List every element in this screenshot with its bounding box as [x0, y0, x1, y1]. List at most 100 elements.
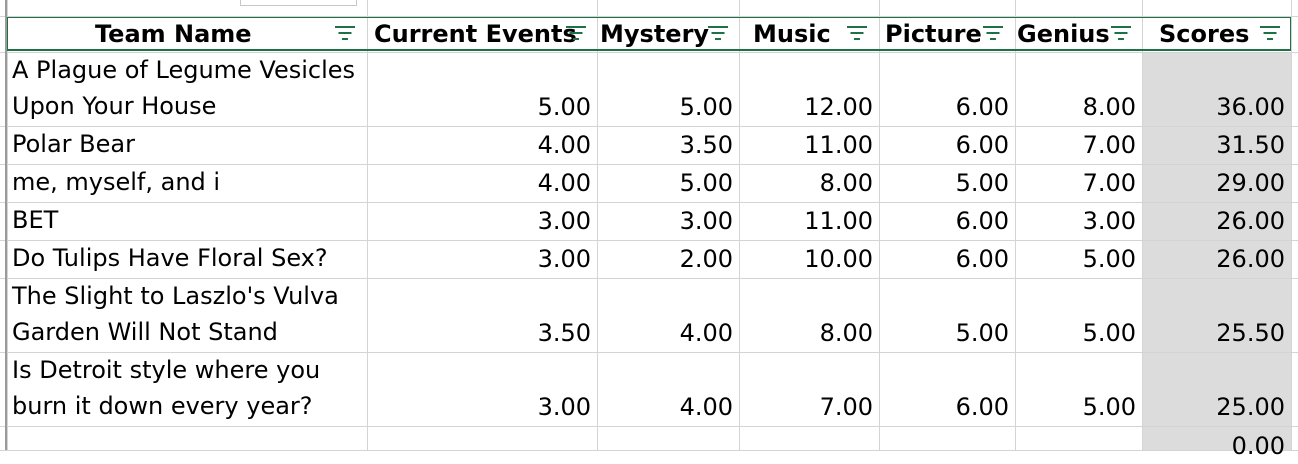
team-name-cell[interactable]: BET: [12, 202, 58, 238]
value-cell-mystery[interactable]: 5.00: [597, 89, 733, 125]
value-cell-picture[interactable]: 5.00: [879, 315, 1009, 351]
value-cell-scores[interactable]: 25.50: [1142, 315, 1285, 351]
team-name-cell[interactable]: me, myself, and i: [12, 164, 220, 200]
row-gridline: [0, 450, 1298, 451]
column-header-label: Scores: [1159, 20, 1250, 48]
team-name-cell[interactable]: Upon Your House: [12, 88, 216, 124]
column-header-label: Team Name: [95, 20, 252, 48]
column-header-label: Picture: [885, 20, 982, 48]
value-cell-mystery[interactable]: 5.00: [597, 165, 733, 201]
filter-icon-stroke: [986, 32, 1000, 34]
value-cell-genius[interactable]: 7.00: [1015, 165, 1136, 201]
filter-icon-stroke: [342, 38, 348, 40]
filter-icon-stroke: [566, 26, 586, 28]
filter-icon-stroke: [1114, 32, 1128, 34]
filter-icon-stroke: [708, 26, 728, 28]
value-cell-picture[interactable]: 6.00: [879, 89, 1009, 125]
value-cell-genius[interactable]: 5.00: [1015, 389, 1136, 425]
filter-icon-stroke: [1111, 26, 1131, 28]
column-header-scores[interactable]: Scores: [1159, 17, 1259, 51]
value-cell-picture[interactable]: 5.00: [879, 165, 1009, 201]
value-cell-genius[interactable]: 5.00: [1015, 241, 1136, 277]
value-cell-current-events[interactable]: 3.00: [367, 241, 591, 277]
value-cell-current-events[interactable]: 5.00: [367, 89, 591, 125]
value-cell-picture[interactable]: 6.00: [879, 389, 1009, 425]
value-cell-scores[interactable]: 26.00: [1142, 203, 1285, 239]
column-gridline: [7, 0, 8, 450]
spreadsheet-grid[interactable]: Team Name Current Events Mystery Music Pictu…: [0, 0, 1298, 460]
team-name-cell[interactable]: burn it down every year?: [12, 388, 313, 424]
filter-icon-stroke: [1118, 38, 1124, 40]
value-cell-music[interactable]: 11.00: [739, 127, 873, 163]
team-name-cell[interactable]: Polar Bear: [12, 126, 135, 162]
column-header-label: Music: [753, 20, 831, 48]
filter-icon-stroke: [847, 26, 867, 28]
filter-icon[interactable]: [1259, 22, 1281, 44]
value-cell-picture[interactable]: 6.00: [879, 241, 1009, 277]
row-gridline: [0, 426, 1298, 427]
team-name-cell[interactable]: The Slight to Laszlo's Vulva: [12, 278, 339, 314]
value-cell-music[interactable]: 8.00: [739, 165, 873, 201]
column-header-mystery[interactable]: Mystery: [600, 17, 710, 51]
team-name-cell[interactable]: A Plague of Legume Vesicles: [12, 52, 355, 88]
filter-icon-stroke: [854, 38, 860, 40]
value-cell-genius[interactable]: 5.00: [1015, 315, 1136, 351]
value-cell-music[interactable]: 11.00: [739, 203, 873, 239]
filter-icon-stroke: [338, 32, 352, 34]
value-cell-picture[interactable]: 6.00: [879, 203, 1009, 239]
column-header-label: Genius: [1017, 20, 1110, 48]
filter-icon[interactable]: [982, 22, 1004, 44]
value-cell-music[interactable]: 7.00: [739, 389, 873, 425]
previous-row-fragment: [240, 0, 357, 6]
column-header-picture[interactable]: Picture: [885, 17, 985, 51]
filter-icon-stroke: [715, 38, 721, 40]
value-cell-scores[interactable]: 31.50: [1142, 127, 1285, 163]
value-cell-current-events[interactable]: 4.00: [367, 165, 591, 201]
value-cell-genius[interactable]: 8.00: [1015, 89, 1136, 125]
team-name-cell[interactable]: Is Detroit style where you: [12, 352, 320, 388]
column-header-team[interactable]: Team Name: [95, 17, 335, 51]
filter-icon-stroke: [1260, 26, 1280, 28]
value-cell-current-events[interactable]: 3.00: [367, 389, 591, 425]
team-name-cell[interactable]: Do Tulips Have Floral Sex?: [12, 240, 328, 276]
filter-icon[interactable]: [707, 22, 729, 44]
filter-icon-stroke: [335, 26, 355, 28]
filter-icon-stroke: [1263, 32, 1277, 34]
value-cell-mystery[interactable]: 3.50: [597, 127, 733, 163]
filter-icon[interactable]: [846, 22, 868, 44]
value-cell-genius[interactable]: 7.00: [1015, 127, 1136, 163]
column-header-current-events[interactable]: Current Events: [374, 17, 577, 51]
column-header-label: Mystery: [600, 20, 710, 48]
value-cell-music[interactable]: 12.00: [739, 89, 873, 125]
column-header-music[interactable]: Music: [753, 17, 843, 51]
filter-icon-stroke: [990, 38, 996, 40]
filter-icon[interactable]: [565, 22, 587, 44]
team-name-cell[interactable]: Garden Will Not Stand: [12, 314, 278, 350]
filter-icon[interactable]: [1110, 22, 1132, 44]
value-cell-mystery[interactable]: 3.00: [597, 203, 733, 239]
value-cell-music[interactable]: 8.00: [739, 315, 873, 351]
row-header-edge: [5, 0, 7, 450]
value-cell-mystery[interactable]: 4.00: [597, 389, 733, 425]
value-cell-current-events[interactable]: 3.50: [367, 315, 591, 351]
value-cell-music[interactable]: 10.00: [739, 241, 873, 277]
filter-icon-stroke: [573, 38, 579, 40]
column-header-genius[interactable]: Genius: [1017, 17, 1117, 51]
value-cell-current-events[interactable]: 3.00: [367, 203, 591, 239]
value-cell-scores[interactable]: 25.00: [1142, 389, 1285, 425]
column-header-label: Current Events: [374, 20, 577, 48]
value-cell-genius[interactable]: 3.00: [1015, 203, 1136, 239]
value-cell-picture[interactable]: 6.00: [879, 127, 1009, 163]
value-cell-mystery[interactable]: 4.00: [597, 315, 733, 351]
value-cell-mystery[interactable]: 2.00: [597, 241, 733, 277]
value-cell-scores[interactable]: 29.00: [1142, 165, 1285, 201]
value-cell-scores[interactable]: 0.00: [1142, 428, 1285, 464]
filter-icon-stroke: [1267, 38, 1273, 40]
filter-icon-stroke: [850, 32, 864, 34]
filter-icon-stroke: [569, 32, 583, 34]
value-cell-current-events[interactable]: 4.00: [367, 127, 591, 163]
column-gridline: [1291, 0, 1292, 450]
value-cell-scores[interactable]: 26.00: [1142, 241, 1285, 277]
filter-icon[interactable]: [334, 22, 356, 44]
value-cell-scores[interactable]: 36.00: [1142, 89, 1285, 125]
